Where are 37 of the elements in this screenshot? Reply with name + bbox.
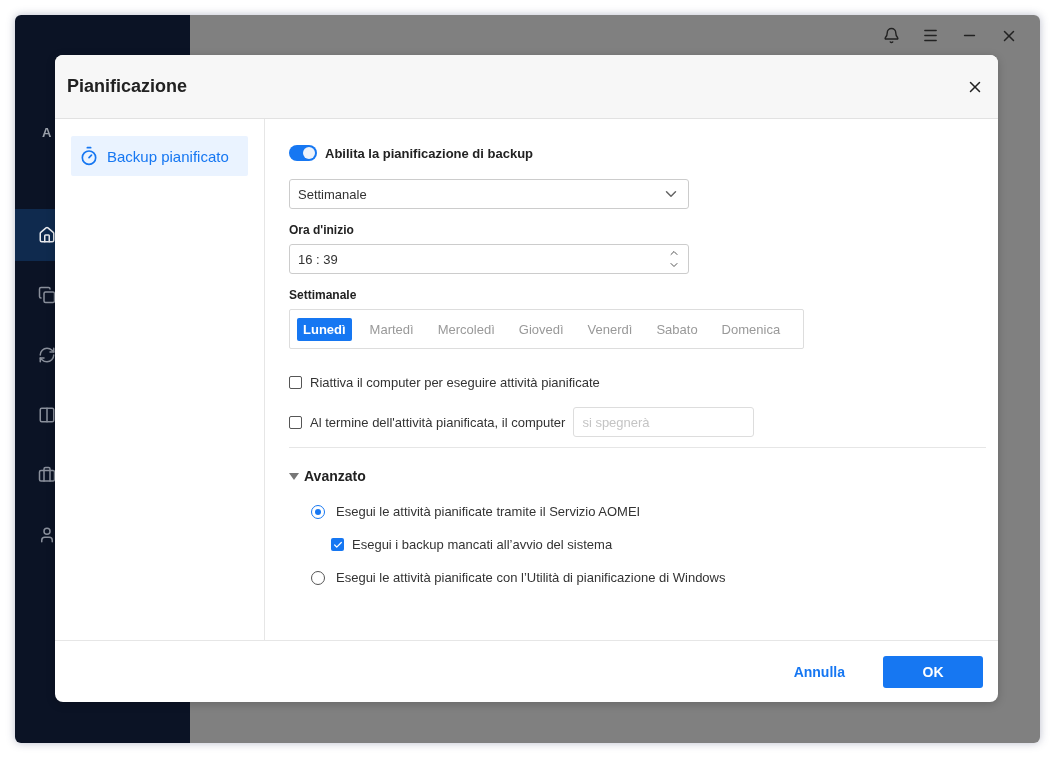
toggle-label: Abilita la pianificazione di backup [325, 145, 534, 161]
ok-button[interactable]: OK [883, 655, 983, 688]
radio-label: Esegui le attività pianificate con l’Utilità di pianificazione di Windows [336, 570, 726, 585]
day-tab[interactable]: Lunedì [297, 317, 352, 341]
briefcase-icon [38, 466, 56, 484]
dialog-title: Pianificazione [67, 76, 188, 97]
user-icon [38, 526, 56, 544]
cancel-button[interactable]: Annulla [787, 662, 851, 681]
checkbox-label: Riattiva il computer per eseguire attività pianificate [310, 374, 600, 390]
time-field[interactable]: 16 : 39 [289, 244, 689, 274]
app-logo-text: A [42, 125, 52, 141]
checkbox[interactable] [331, 538, 344, 551]
frequency-select[interactable]: Settimanale [289, 179, 689, 209]
menu-icon[interactable] [922, 27, 939, 44]
home-icon [38, 226, 56, 244]
bell-icon[interactable] [883, 27, 900, 44]
sidebar-item[interactable]: Backup pianificato [71, 136, 248, 176]
day-tab[interactable]: Venerdì [581, 317, 639, 341]
input-field[interactable]: si spegnerà [573, 407, 755, 437]
day-tab[interactable]: Martedì [363, 317, 420, 341]
section-header[interactable]: Avanzato [289, 468, 986, 484]
columns-icon [38, 406, 56, 424]
checkbox-label: Al termine dell'attività pianificata, il computer [310, 414, 566, 430]
checkbox[interactable] [289, 375, 302, 389]
checkbox[interactable] [289, 415, 302, 429]
sync-icon [38, 346, 56, 364]
day-tab[interactable]: Mercoledì [431, 317, 501, 341]
copy-icon [38, 286, 56, 304]
checkbox-label: Esegui i backup mancati all’avvio del sistema [352, 537, 613, 552]
day-tab[interactable]: Domenica [715, 317, 787, 341]
radio-label: Esegui le attività pianificate tramite il Servizio AOMEI [336, 504, 641, 519]
toggle-switch[interactable] [289, 145, 317, 161]
day-tab[interactable]: Giovedì [512, 317, 570, 341]
timer-icon [79, 146, 99, 166]
field-label: Ora d'inizio [289, 223, 355, 237]
field-label: Settimanale [289, 288, 358, 302]
day-tab[interactable]: Sabato [650, 317, 704, 341]
